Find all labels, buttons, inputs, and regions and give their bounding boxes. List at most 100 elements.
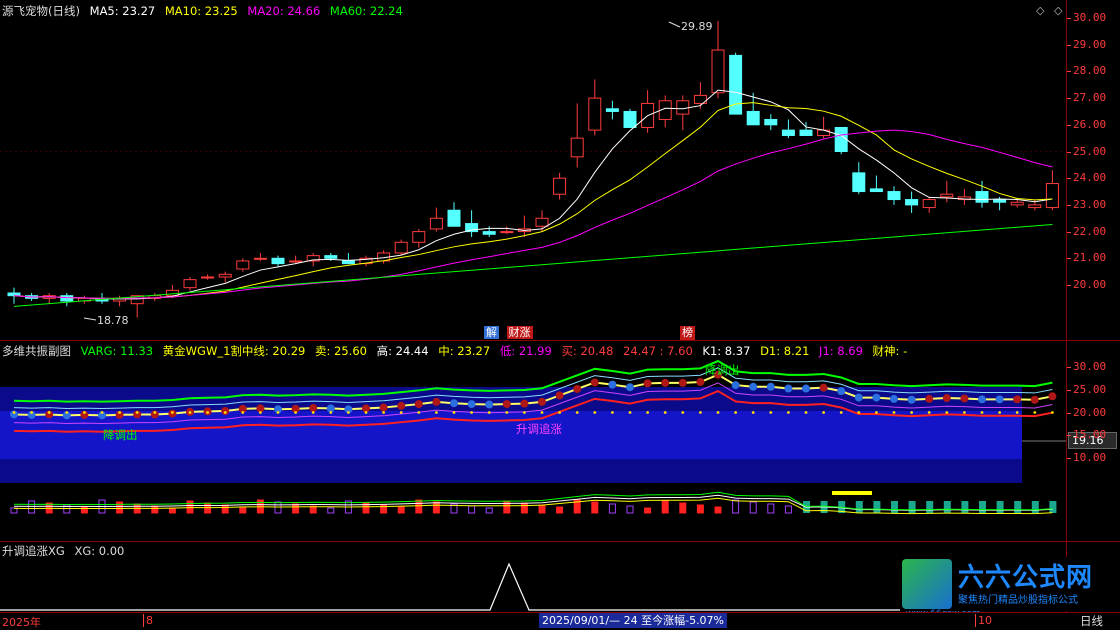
sub2-title: 升调追涨XG — [2, 544, 65, 558]
time-month-8: 8 — [143, 614, 153, 627]
candle-down — [887, 191, 901, 201]
price-tick: 22.00 — [1066, 224, 1107, 238]
kdj-bar — [644, 507, 652, 514]
baseline-dot — [593, 411, 597, 414]
brand-watermark: 六六公式网 聚焦热门精品炒股指标公式 www.66gsw.com — [900, 557, 1114, 619]
signal-dot — [766, 382, 775, 391]
signal-dot — [1030, 395, 1039, 404]
baseline-dot — [135, 411, 139, 414]
candle-up — [1028, 204, 1042, 209]
candlestick-chart[interactable] — [0, 0, 1066, 340]
ma20-label: MA20: 24.66 — [247, 4, 321, 18]
price-tick: 30.00 — [1066, 11, 1107, 24]
signal-dot — [520, 399, 529, 408]
signal-dot — [960, 394, 969, 403]
baseline-dot — [259, 411, 262, 414]
candle-up — [940, 193, 954, 198]
kdj-bar — [116, 501, 124, 514]
price-tick: 28.00 — [1066, 64, 1107, 78]
baseline-dot — [628, 411, 632, 414]
signal-dot — [854, 393, 863, 402]
kdj-bar — [661, 500, 669, 514]
stock-title: 源飞宠物(日线) — [2, 4, 80, 18]
baseline-dot — [716, 411, 720, 414]
baseline-dot — [100, 411, 104, 414]
price-tick: 26.00 — [1066, 117, 1107, 131]
signal-dot — [432, 397, 441, 406]
collapse-button[interactable]: ◇ — [1054, 4, 1062, 17]
main-chart-pane[interactable]: 源飞宠物(日线) MA5: 23.27 MA10: 23.25 MA20: 24… — [0, 0, 1066, 340]
candle-up — [1010, 201, 1024, 206]
baseline-dot — [347, 411, 350, 414]
candle-up — [412, 231, 426, 243]
baseline-dot — [188, 411, 192, 414]
signal-dot — [925, 394, 934, 403]
kdj-bar — [591, 501, 599, 514]
candle-up — [183, 279, 197, 289]
resonance-indicator-pane[interactable]: 多维共振副图 VARG: 11.33 黄金WGW_1割中线: 20.29 卖: … — [0, 341, 1066, 541]
low-price-label: 18.78 — [97, 314, 129, 327]
signal-dot — [379, 403, 388, 412]
resonance-chart[interactable] — [0, 341, 1066, 541]
baseline-dot — [892, 411, 896, 414]
signal-dot — [608, 380, 617, 389]
kdj-bar — [979, 501, 986, 513]
yellow-signal-bar — [832, 491, 872, 495]
baseline-dot — [83, 411, 86, 414]
baseline-dot — [558, 411, 561, 414]
low-pointer — [83, 317, 97, 321]
candle-down — [869, 188, 883, 193]
marker-caizhang[interactable]: 财涨 — [506, 326, 533, 339]
annotation-up-chase: 升调追涨 — [516, 422, 562, 436]
candle-down — [7, 292, 21, 297]
signal-dot — [907, 395, 916, 404]
ind-wgw: 黄金WGW_1割中线: 20.29 — [162, 344, 306, 358]
candle-up — [922, 199, 936, 209]
baseline-dot — [329, 411, 333, 414]
kdj-bar — [239, 506, 247, 514]
kdj-bar — [468, 505, 476, 514]
price-tick: 29.00 — [1066, 37, 1107, 51]
expand-diamond-button[interactable]: ◇ — [1036, 4, 1044, 17]
ma10-line — [13, 102, 1053, 299]
baseline-dot — [875, 411, 878, 414]
period-selector[interactable]: 日线 — [1080, 613, 1103, 629]
ma10-label: MA10: 23.25 — [164, 4, 238, 18]
marker-bang[interactable]: 榜 — [680, 326, 695, 340]
signal-dot — [555, 391, 564, 400]
signal-dot — [661, 378, 670, 387]
band-inner — [0, 411, 1022, 459]
ind-j1: J1: 8.69 — [819, 344, 863, 358]
baseline-dot — [822, 411, 825, 414]
candle-down — [60, 295, 74, 302]
range-info[interactable]: 2025/09/01/— 24 至今涨幅-5.07% — [539, 613, 728, 628]
kdj-bar — [397, 506, 405, 514]
baseline-dot — [470, 411, 473, 414]
signal-dot — [749, 382, 758, 391]
baseline-dot — [399, 411, 403, 414]
price-tick: 20.00 — [1066, 278, 1107, 291]
baseline-dot — [382, 411, 385, 414]
baseline-dot — [699, 411, 702, 414]
candle-down — [905, 199, 919, 206]
ma60-label: MA60: 22.24 — [329, 4, 403, 18]
event-markers: 解 财涨 — [484, 326, 533, 340]
baseline-dot — [540, 411, 544, 414]
kdj-bar — [415, 499, 423, 514]
signal-dot — [309, 403, 318, 412]
baseline-dot — [575, 411, 579, 414]
candle-down — [605, 108, 619, 112]
annotation-down-out-1: 降调出 — [103, 428, 138, 442]
signal-dot — [1013, 395, 1022, 404]
ind-low: 低: 21.99 — [499, 344, 552, 358]
signal-dot — [819, 383, 828, 392]
baseline-dot — [12, 411, 16, 414]
candle-down — [852, 172, 866, 193]
kdj-bar — [626, 505, 634, 514]
kdj-bar — [1014, 501, 1022, 513]
kdj-bar — [80, 506, 88, 514]
marker-jie[interactable]: 解 — [484, 326, 499, 339]
brand-name: 六六公式网 — [958, 563, 1094, 593]
candle-down — [324, 255, 338, 259]
kdj-bar — [714, 506, 722, 514]
